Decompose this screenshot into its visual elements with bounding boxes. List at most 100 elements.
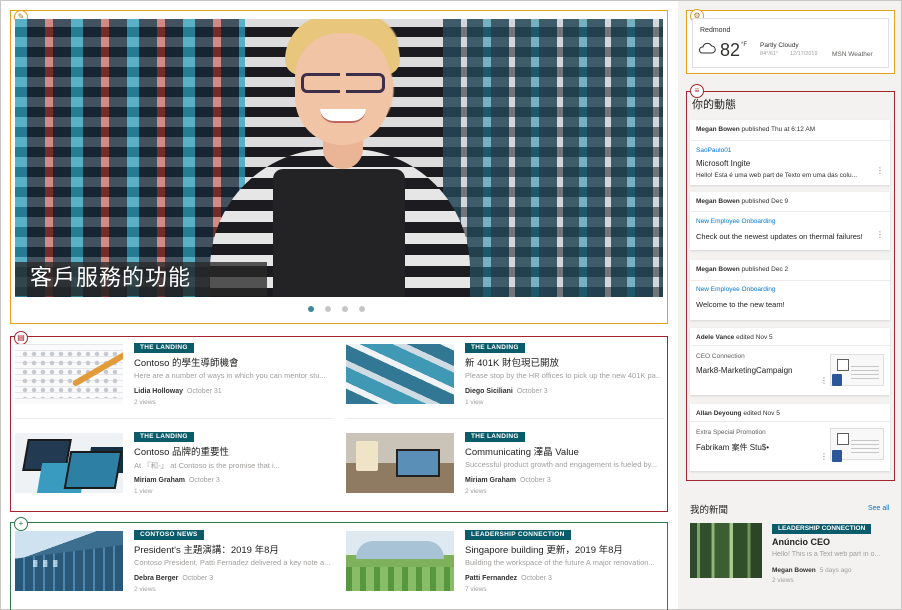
activity-site[interactable]: Extra Special Promotion xyxy=(696,429,766,436)
activity-snippet: Check out the newest updates on thermal … xyxy=(696,232,863,241)
powerpoint-icon xyxy=(832,374,842,386)
hero-person-apron xyxy=(273,169,405,297)
activity-site[interactable]: CEO Connection xyxy=(696,353,745,360)
hero-person-glasses xyxy=(301,73,385,93)
news-tag[interactable]: CONTOSO NEWS xyxy=(134,530,204,540)
news-card[interactable]: THE LANDING Contoso 的學生導師機會 Here are a n… xyxy=(10,338,328,420)
activity-document[interactable]: Fabrikam 案件 Stu$• xyxy=(696,442,769,453)
news-card[interactable]: THE LANDING Communicating 澤晶 Value Succe… xyxy=(341,427,659,509)
activity-site-link[interactable]: New Employee Onboarding xyxy=(696,218,776,225)
news-thumbnail[interactable] xyxy=(346,531,454,591)
my-news-title: 我的新聞 xyxy=(690,505,729,516)
hero-title[interactable]: 客戶服務的功能 xyxy=(30,264,191,292)
activity-document[interactable]: Mark8-MarketingCampaign xyxy=(696,366,792,375)
weather-unit[interactable]: °F xyxy=(741,42,747,48)
weather-source[interactable]: MSN Weather xyxy=(832,51,873,58)
see-all-link[interactable]: See all xyxy=(868,505,889,512)
divider xyxy=(690,140,890,141)
activity-header: Adele Vance edited Nov 5 xyxy=(696,334,773,341)
activity-title: 你的動態 xyxy=(692,99,736,111)
news-tag[interactable]: LEADERSHIP CONNECTION xyxy=(465,530,571,540)
activity-header: Allan Deyoung edited Nov 5 xyxy=(696,410,780,417)
divider xyxy=(690,211,890,212)
news-tag[interactable]: THE LANDING xyxy=(465,343,525,353)
activity-header: Megan Bowen published Thu at 6:12 AM xyxy=(696,126,816,133)
powerpoint-icon xyxy=(832,450,842,462)
news-description: Successful product growth and engagement… xyxy=(465,460,658,469)
weather-range: 84°/61° xyxy=(760,51,779,57)
news-description: Building the workspace of the future A m… xyxy=(465,558,655,567)
hero-person-smile xyxy=(320,109,366,123)
news-views: 1 view xyxy=(465,399,484,406)
activity-card[interactable]: Megan Bowen published Dec 9 New Employee… xyxy=(690,192,890,250)
news-card[interactable]: LEADERSHIP CONNECTION Singapore building… xyxy=(341,525,659,607)
news-thumbnail[interactable] xyxy=(15,433,123,493)
news-card[interactable]: THE LANDING 新 401K 財包現已開放 Please stop by… xyxy=(341,338,661,420)
activity-snippet: Welcome to the new team! xyxy=(696,300,785,309)
activity-card[interactable]: Allan Deyoung edited Nov 5 Extra Special… xyxy=(690,404,890,471)
divider xyxy=(346,418,664,419)
news-title[interactable]: Contoso 品牌的重要性 xyxy=(134,444,229,458)
news-thumbnail[interactable] xyxy=(346,433,454,493)
my-news-author: Megan Bowen 5 days ago xyxy=(772,567,852,574)
my-news-tag[interactable]: LEADERSHIP CONNECTION xyxy=(772,524,872,534)
hero-background-right xyxy=(443,19,663,297)
news-description: Please stop by the HR offices to pick up… xyxy=(465,371,661,380)
news-title[interactable]: Singapore building 更新，2019 年8月 xyxy=(465,542,623,556)
news-tag[interactable]: THE LANDING xyxy=(465,432,525,442)
news-author: Patti Fernandez October 3 xyxy=(465,575,552,582)
news-author: Miriam Graham October 3 xyxy=(465,477,551,484)
news-author: Diego Siciliani October 3 xyxy=(465,388,548,395)
my-news-thumbnail[interactable] xyxy=(690,523,762,578)
activity-header: Megan Bowen published Dec 9 xyxy=(696,198,789,205)
weather-condition: Partly Cloudy xyxy=(760,42,799,49)
activity-snippet: Hello! Esta é uma web part de Texto em u… xyxy=(696,172,858,179)
news-views: 7 views xyxy=(465,586,487,593)
divider xyxy=(690,280,890,281)
news-author: Miriam Graham October 3 xyxy=(134,477,220,484)
news-title[interactable]: 新 401K 財包現已開放 xyxy=(465,355,559,369)
hero-image[interactable] xyxy=(15,19,663,297)
carousel-dots xyxy=(308,306,365,312)
divider xyxy=(690,421,890,422)
carousel-dot[interactable] xyxy=(308,306,314,312)
activity-site-link[interactable]: SaoPaulo01 xyxy=(696,147,731,154)
more-options-icon[interactable]: ⋮ xyxy=(876,166,884,175)
partly-cloudy-icon xyxy=(698,42,716,54)
my-news-headline[interactable]: Anúncio CEO xyxy=(772,537,830,547)
news-title[interactable]: Communicating 澤晶 Value xyxy=(465,444,579,458)
news-title[interactable]: Contoso 的學生導師機會 xyxy=(134,355,239,369)
news-title[interactable]: President's 主題演講：2019 年8月 xyxy=(134,542,279,556)
activity-card[interactable]: Megan Bowen published Thu at 6:12 AM Sao… xyxy=(690,120,890,185)
activity-document[interactable]: Microsoft Ingite xyxy=(696,159,750,168)
weather-date: 12/17/2019 xyxy=(790,51,818,57)
weather-city: Redmond xyxy=(700,27,731,34)
carousel-dot[interactable] xyxy=(359,306,365,312)
news-thumbnail[interactable] xyxy=(15,531,123,591)
news-views: 2 views xyxy=(134,586,156,593)
carousel-dot[interactable] xyxy=(342,306,348,312)
news-description: Contoso President, Patti Fernadez delive… xyxy=(134,558,330,567)
weather-temperature: 82 xyxy=(720,40,741,60)
more-options-icon[interactable]: ⋮ xyxy=(820,376,828,385)
activity-card[interactable]: Adele Vance edited Nov 5 CEO Connection … xyxy=(690,328,890,395)
divider xyxy=(15,418,333,419)
news-card[interactable]: CONTOSO NEWS President's 主題演講：2019 年8月 C… xyxy=(10,525,330,607)
activity-card[interactable]: Megan Bowen published Dec 2 New Employee… xyxy=(690,260,890,320)
news-views: 1 view xyxy=(134,488,153,495)
my-news-views: 2 views xyxy=(772,577,794,584)
news-thumbnail[interactable] xyxy=(346,344,454,404)
news-author: Debra Berger October 3 xyxy=(134,575,214,582)
activity-header: Megan Bowen published Dec 2 xyxy=(696,266,789,273)
more-options-icon[interactable]: ⋮ xyxy=(820,452,828,461)
carousel-dot[interactable] xyxy=(325,306,331,312)
news-description: At 『和-」 at Contoso is the promise that i… xyxy=(134,461,280,470)
news-tag[interactable]: THE LANDING xyxy=(134,343,194,353)
more-options-icon[interactable]: ⋮ xyxy=(876,230,884,239)
news-tag[interactable]: THE LANDING xyxy=(134,432,194,442)
news-thumbnail[interactable] xyxy=(15,344,123,404)
activity-site-link[interactable]: New Employee Onboarding xyxy=(696,286,776,293)
news-card[interactable]: THE LANDING Contoso 品牌的重要性 At 『和-」 at Co… xyxy=(10,427,328,509)
my-news-description: Hello! This is a Text web part in o... xyxy=(772,551,881,558)
news-description: Here are a number of ways in which you c… xyxy=(134,371,326,380)
